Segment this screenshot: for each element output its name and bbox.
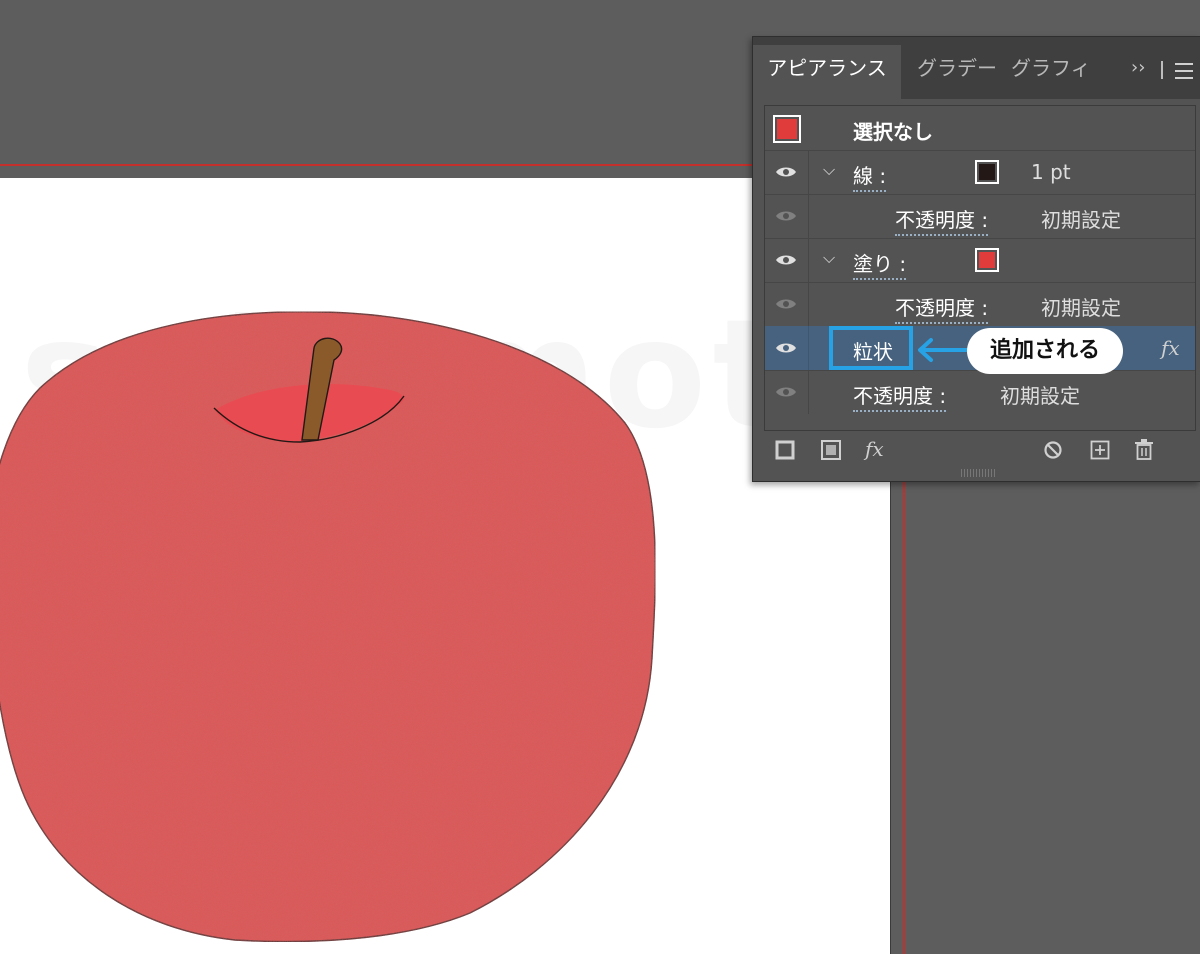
visibility-eye-icon[interactable] [775,297,797,311]
fx-icon[interactable]: fx [1161,336,1180,360]
stroke-row[interactable]: ⌵ 線 : 1 pt [765,150,1195,195]
object-opacity-row[interactable]: 不透明度 : 初期設定 [765,370,1195,414]
ruler-guide-vertical [903,480,905,954]
new-stroke-icon[interactable] [775,440,795,460]
ruler-guide-horizontal [0,164,757,166]
fill-row[interactable]: ⌵ 塗り : [765,238,1195,283]
fill-label[interactable]: 塗り : [853,248,907,280]
fx-menu-icon[interactable]: fx [865,437,884,461]
panel-tab-bar: アピアランス グラデー グラフィ ›› [753,37,1200,99]
trash-icon[interactable] [1134,438,1154,460]
visibility-eye-icon[interactable] [775,385,797,399]
stroke-opacity-value: 初期設定 [1041,208,1121,232]
tabs-overflow-icon[interactable]: ›› [1131,45,1145,91]
visibility-eye-icon[interactable] [775,341,797,355]
tab-gradient[interactable]: グラデー [917,45,997,99]
appearance-panel[interactable]: アピアランス グラデー グラフィ ›› 選択なし ⌵ 線 : 1 pt 不透明度 [752,36,1200,482]
stroke-swatch[interactable] [975,160,999,184]
arrow-left-icon [918,338,969,362]
highlight-box [829,326,913,370]
fill-opacity-label[interactable]: 不透明度 : [895,292,989,324]
stroke-label[interactable]: 線 : [853,160,887,192]
stroke-opacity-row[interactable]: 不透明度 : 初期設定 [765,194,1195,239]
appearance-list: 選択なし ⌵ 線 : 1 pt 不透明度 : 初期設定 ⌵ 塗り : 不透明度 … [764,105,1196,431]
selection-row[interactable]: 選択なし [765,106,1195,151]
fill-opacity-value: 初期設定 [1041,296,1121,320]
new-fill-icon[interactable] [821,440,841,460]
selection-thumbnail [773,115,801,143]
clear-appearance-icon[interactable] [1043,440,1063,460]
panel-resize-grip[interactable] [961,469,995,477]
chevron-down-icon[interactable]: ⌵ [823,160,835,180]
visibility-eye-icon[interactable] [775,253,797,267]
object-opacity-label[interactable]: 不透明度 : [853,380,947,412]
tab-graphic-styles[interactable]: グラフィ [1011,45,1091,99]
stroke-weight[interactable]: 1 pt [1031,160,1071,184]
visibility-eye-icon[interactable] [775,165,797,179]
fill-swatch[interactable] [975,248,999,272]
stroke-opacity-label[interactable]: 不透明度 : [895,204,989,236]
selection-label: 選択なし [853,120,933,144]
chevron-down-icon[interactable]: ⌵ [823,248,835,268]
visibility-eye-icon[interactable] [775,209,797,223]
object-opacity-value: 初期設定 [1000,384,1080,408]
tab-appearance[interactable]: アピアランス [753,45,901,99]
fill-opacity-row[interactable]: 不透明度 : 初期設定 [765,282,1195,327]
duplicate-item-icon[interactable] [1090,440,1110,460]
annotation-callout: 追加される [967,328,1123,374]
panel-menu-icon[interactable] [1175,63,1193,84]
tab-separator [1161,61,1163,79]
